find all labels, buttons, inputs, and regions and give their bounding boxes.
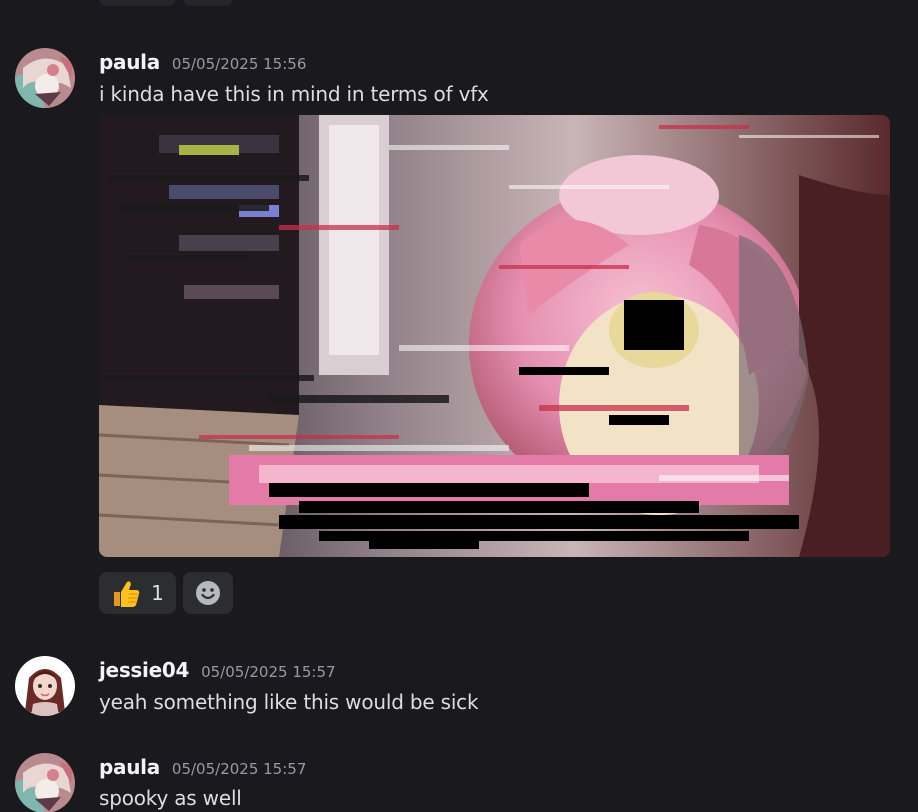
timestamp[interactable]: 05/05/2025 15:56: [172, 55, 306, 73]
previous-message-reactions: [99, 0, 233, 6]
jessie-avatar-icon: [15, 656, 75, 716]
image-attachment[interactable]: [99, 115, 890, 557]
username[interactable]: jessie04: [99, 658, 189, 682]
add-reaction-button[interactable]: [183, 572, 233, 614]
avatar[interactable]: [15, 48, 75, 108]
message-header: paula 05/05/2025 15:56: [99, 50, 306, 74]
reactions-bar: 1: [99, 572, 233, 614]
message-text: spooky as well: [99, 786, 242, 810]
paula-avatar-icon: [15, 753, 75, 812]
message-header: jessie04 05/05/2025 15:57: [99, 658, 336, 682]
timestamp[interactable]: 05/05/2025 15:57: [201, 663, 335, 681]
add-reaction-icon: [196, 581, 220, 605]
paula-avatar-icon: [15, 48, 75, 108]
reaction-thumbs-up[interactable]: 1: [99, 572, 176, 614]
avatar[interactable]: [15, 753, 75, 812]
message-header: paula 05/05/2025 15:57: [99, 755, 306, 779]
reaction-count: 1: [151, 581, 164, 605]
username[interactable]: paula: [99, 755, 160, 779]
message-text: i kinda have this in mind in terms of vf…: [99, 82, 489, 106]
username[interactable]: paula: [99, 50, 160, 74]
thumbs-up-icon: [114, 581, 140, 607]
timestamp[interactable]: 05/05/2025 15:57: [172, 760, 306, 778]
message-text: yeah something like this would be sick: [99, 690, 479, 714]
previous-reaction-pill[interactable]: [99, 0, 176, 6]
chat-message-list: paula 05/05/2025 15:56 i kinda have this…: [0, 0, 918, 812]
glitch-anime-image: [99, 115, 890, 557]
avatar[interactable]: [15, 656, 75, 716]
previous-add-reaction-pill[interactable]: [183, 0, 233, 6]
